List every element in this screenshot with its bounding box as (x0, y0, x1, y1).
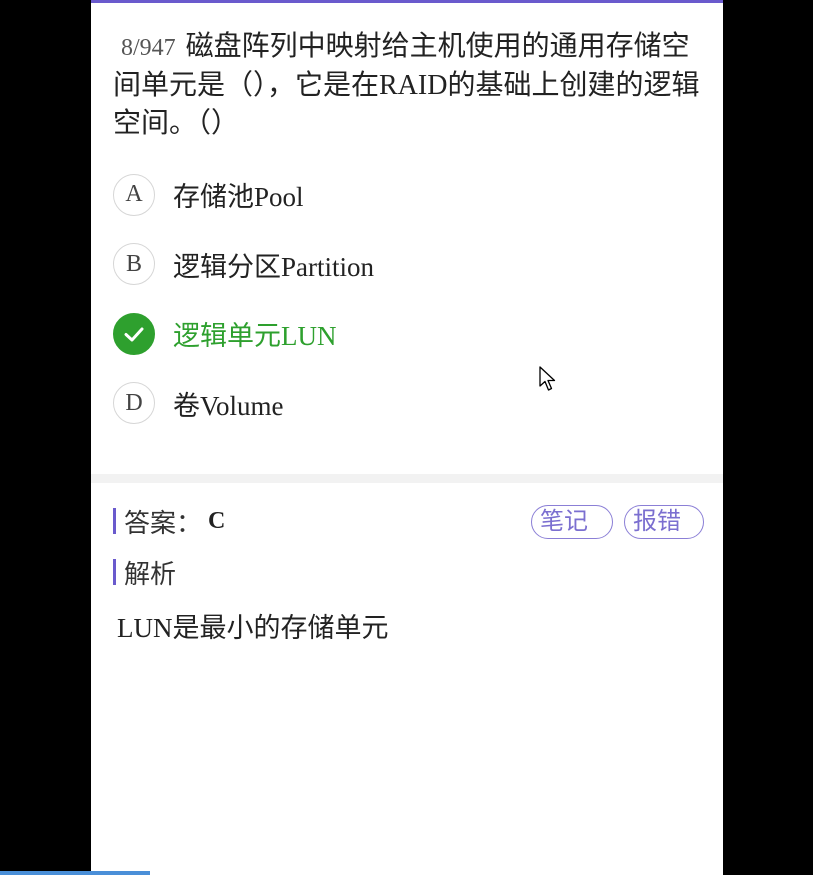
answer-accent-bar (113, 508, 116, 534)
question-text: 磁盘阵列中映射给主机使用的通用存储空间单元是（），它是在RAID的基础上创建的逻… (113, 31, 700, 139)
option-b-text: 逻辑分区Partition (173, 251, 374, 282)
option-b-letter: B (113, 243, 155, 286)
option-c-text: 逻辑单元LUN (173, 321, 337, 352)
analysis-label: 解析 (124, 559, 177, 589)
answer-label: 答案： (124, 508, 203, 538)
answer-row: 答案： C (113, 502, 225, 540)
section-divider (91, 474, 723, 483)
report-error-button[interactable]: 报错 (624, 505, 704, 539)
top-accent-line (91, 0, 723, 3)
answer-value: C (208, 507, 226, 534)
question-block: 8/947 磁盘阵列中映射给主机使用的通用存储空间单元是（），它是在RAID的基础… (113, 28, 703, 143)
option-a-letter: A (113, 173, 155, 216)
analysis-row: 解析 (113, 553, 176, 591)
notes-button[interactable]: 笔记 (531, 505, 613, 539)
question-number: 8/947 (121, 35, 176, 61)
analysis-accent-bar (113, 559, 116, 585)
option-a-text: 存储池Pool (173, 182, 304, 213)
option-d-letter: D (113, 382, 155, 425)
analysis-text: LUN是最小的存储单元 (117, 613, 389, 643)
option-d-text: 卷Volume (173, 390, 284, 421)
taskbar-strip (0, 871, 150, 875)
option-a[interactable]: A 存储池Pool (113, 160, 703, 230)
check-icon (113, 312, 155, 355)
option-c[interactable]: 逻辑单元LUN (113, 299, 703, 369)
option-d[interactable]: D 卷Volume (113, 369, 703, 439)
mouse-cursor-icon (539, 366, 556, 391)
quiz-screen: 8/947 磁盘阵列中映射给主机使用的通用存储空间单元是（），它是在RAID的基础… (91, 0, 723, 875)
check-mark-svg (124, 327, 144, 342)
option-b[interactable]: B 逻辑分区Partition (113, 230, 703, 300)
options-list: A 存储池Pool B 逻辑分区Partition 逻辑单元LUN D 卷Vol… (113, 160, 703, 438)
